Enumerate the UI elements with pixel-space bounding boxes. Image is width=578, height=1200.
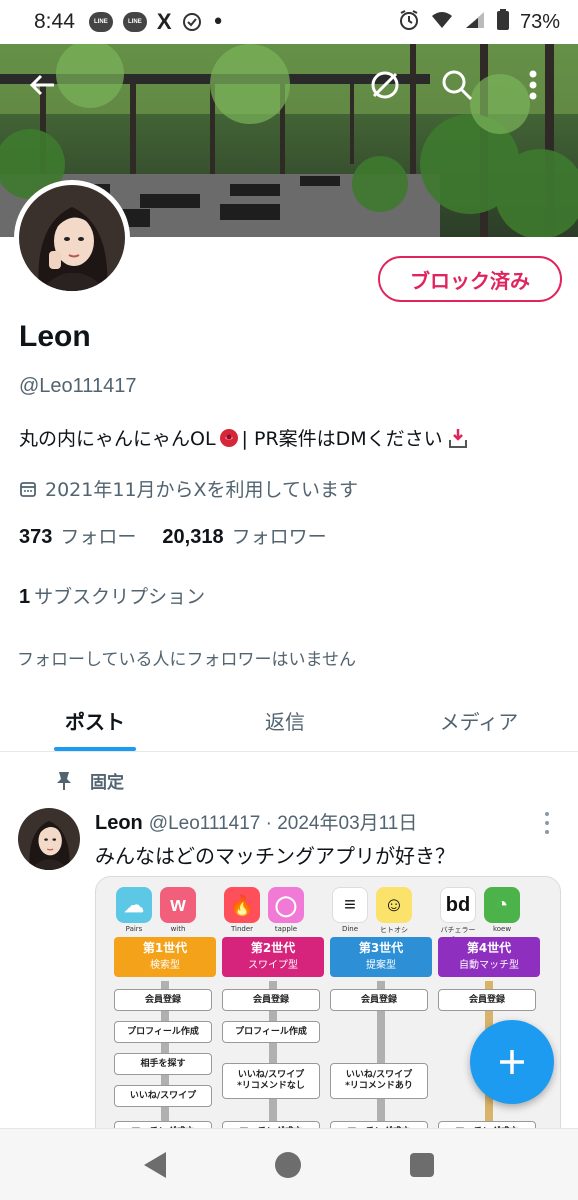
post-author-avatar[interactable]	[18, 808, 80, 870]
rose-icon	[218, 427, 240, 449]
app-icon: ≡	[332, 887, 368, 923]
subscriptions-label: サブスクリプション	[34, 586, 206, 608]
alarm-icon	[398, 9, 420, 36]
profile-stats: 373 フォロー 20,318 フォロワー	[19, 522, 327, 549]
followers-label: フォロワー	[231, 526, 327, 548]
dot-icon: •	[211, 9, 225, 35]
flow-step: 会員登録	[222, 989, 320, 1011]
profile-joined: 2021年11月からXを利用しています	[19, 475, 358, 502]
app-label: ヒトオシ	[380, 926, 408, 934]
status-time: 8:44	[34, 10, 75, 33]
flow-step: 会員登録	[438, 989, 536, 1011]
app-icon: 🔥	[224, 887, 260, 923]
flow-step: いいね/スワイプ	[114, 1085, 212, 1107]
app-label: tapple	[274, 925, 298, 933]
grok-button[interactable]	[362, 62, 408, 108]
pinned-label: 固定	[90, 773, 124, 793]
post-header: Leon @Leo111417 · 2024年03月11日	[95, 808, 417, 835]
arrow-left-icon	[29, 74, 54, 96]
dot-icon	[545, 812, 549, 816]
tab-media[interactable]: メディア	[380, 690, 578, 751]
nav-back-icon[interactable]	[144, 1151, 167, 1178]
battery-icon	[496, 8, 510, 36]
profile-avatar[interactable]	[14, 180, 130, 296]
subscriptions-link[interactable]: 1 サブスクリプション	[19, 582, 205, 609]
flow-step: 相手を探す	[114, 1053, 212, 1075]
flow-step: 会員登録	[114, 989, 212, 1011]
bio-suffix: | PR案件はDMください	[241, 428, 443, 450]
more-vertical-icon	[529, 70, 537, 100]
dot-icon	[545, 821, 549, 825]
generation-header: 第2世代 スワイプ型	[222, 937, 324, 977]
post-more-button[interactable]	[536, 812, 558, 834]
app-icon: ◯	[268, 887, 304, 923]
calendar-icon	[19, 480, 37, 498]
line-icon: LINE	[122, 12, 147, 32]
flow-step: プロフィール作成	[114, 1021, 212, 1043]
tab-replies[interactable]: 返信	[190, 690, 380, 751]
flow-step: プロフィール作成	[222, 1021, 320, 1043]
signal-icon	[464, 10, 486, 35]
back-button[interactable]	[20, 62, 66, 108]
following-link[interactable]: 373 フォロー	[19, 522, 136, 549]
profile-handle: @Leo111417	[19, 375, 137, 397]
system-nav-bar	[0, 1128, 578, 1200]
post-image[interactable]: ☁ Pairs w with 🔥 Tinder ◯ tapple ≡ Dine ☺ ヒトオシ bd バチェ…	[95, 876, 561, 1156]
search-icon	[442, 70, 473, 101]
battery-percent: 73%	[519, 10, 560, 33]
generation-header: 第4世代 自動マッチ型	[438, 937, 540, 977]
followers-link[interactable]: 20,318 フォロワー	[162, 522, 326, 549]
status-bar: 8:44 LINE LINE X • 73%	[0, 0, 578, 44]
app-label: Pairs	[125, 925, 143, 933]
app-icon: bd	[440, 887, 476, 923]
profile-name: Leon	[19, 320, 91, 353]
x-icon: X	[156, 9, 172, 34]
post-text: みんなはどのマッチングアプリが好き？	[95, 844, 455, 868]
pinned-indicator: 固定	[56, 768, 124, 793]
following-label: フォロー	[60, 526, 137, 548]
flow-step: いいね/スワイプ *リコメンドあり	[330, 1063, 428, 1099]
following-count: 373	[19, 526, 53, 548]
joined-text: 2021年11月からXを利用しています	[45, 479, 358, 501]
generation-header: 第3世代 提案型	[330, 937, 432, 977]
post-author-name[interactable]: Leon	[95, 812, 143, 835]
app-icon: w	[160, 887, 196, 923]
bio-prefix: 丸の内にゃんにゃんOL	[19, 428, 216, 450]
app-icon: ☁	[116, 887, 152, 923]
tab-posts[interactable]: ポスト	[0, 690, 190, 751]
grok-icon	[371, 71, 399, 99]
app-icon: ☺	[376, 887, 412, 923]
no-known-followers: フォローしている人にフォロワーはいません	[17, 650, 356, 670]
inbox-download-icon	[447, 427, 469, 449]
generation-header: 第1世代 検索型	[114, 937, 216, 977]
pin-icon	[56, 771, 72, 791]
post-meta: @Leo111417 · 2024年03月11日	[148, 813, 418, 834]
app-label: Dine	[341, 925, 359, 933]
dot-icon	[545, 830, 549, 834]
nav-recents-icon[interactable]	[409, 1152, 434, 1177]
app-label: Tinder	[230, 925, 254, 933]
flow-step: 会員登録	[330, 989, 428, 1011]
line-icon: LINE	[88, 12, 113, 32]
wifi-icon	[430, 10, 454, 35]
profile-bio: 丸の内にゃんにゃんOL | PR案件はDMください	[19, 424, 469, 451]
app-label: with	[170, 925, 186, 933]
compose-post-button[interactable]	[470, 1020, 554, 1104]
plus-icon	[500, 1050, 524, 1074]
profile-tabs: ポスト 返信 メディア	[0, 690, 578, 752]
app-label: koew	[492, 925, 512, 933]
subscriptions-count: 1	[19, 586, 31, 608]
nav-home-icon[interactable]	[274, 1151, 301, 1178]
check-circle-icon	[182, 12, 202, 32]
followers-count: 20,318	[162, 526, 224, 548]
flow-step: いいね/スワイプ *リコメンドなし	[222, 1063, 320, 1099]
blocked-button[interactable]: ブロック済み	[378, 256, 562, 302]
app-icon: ◔	[484, 887, 520, 923]
more-options-button[interactable]	[510, 62, 556, 108]
search-button[interactable]	[434, 62, 480, 108]
